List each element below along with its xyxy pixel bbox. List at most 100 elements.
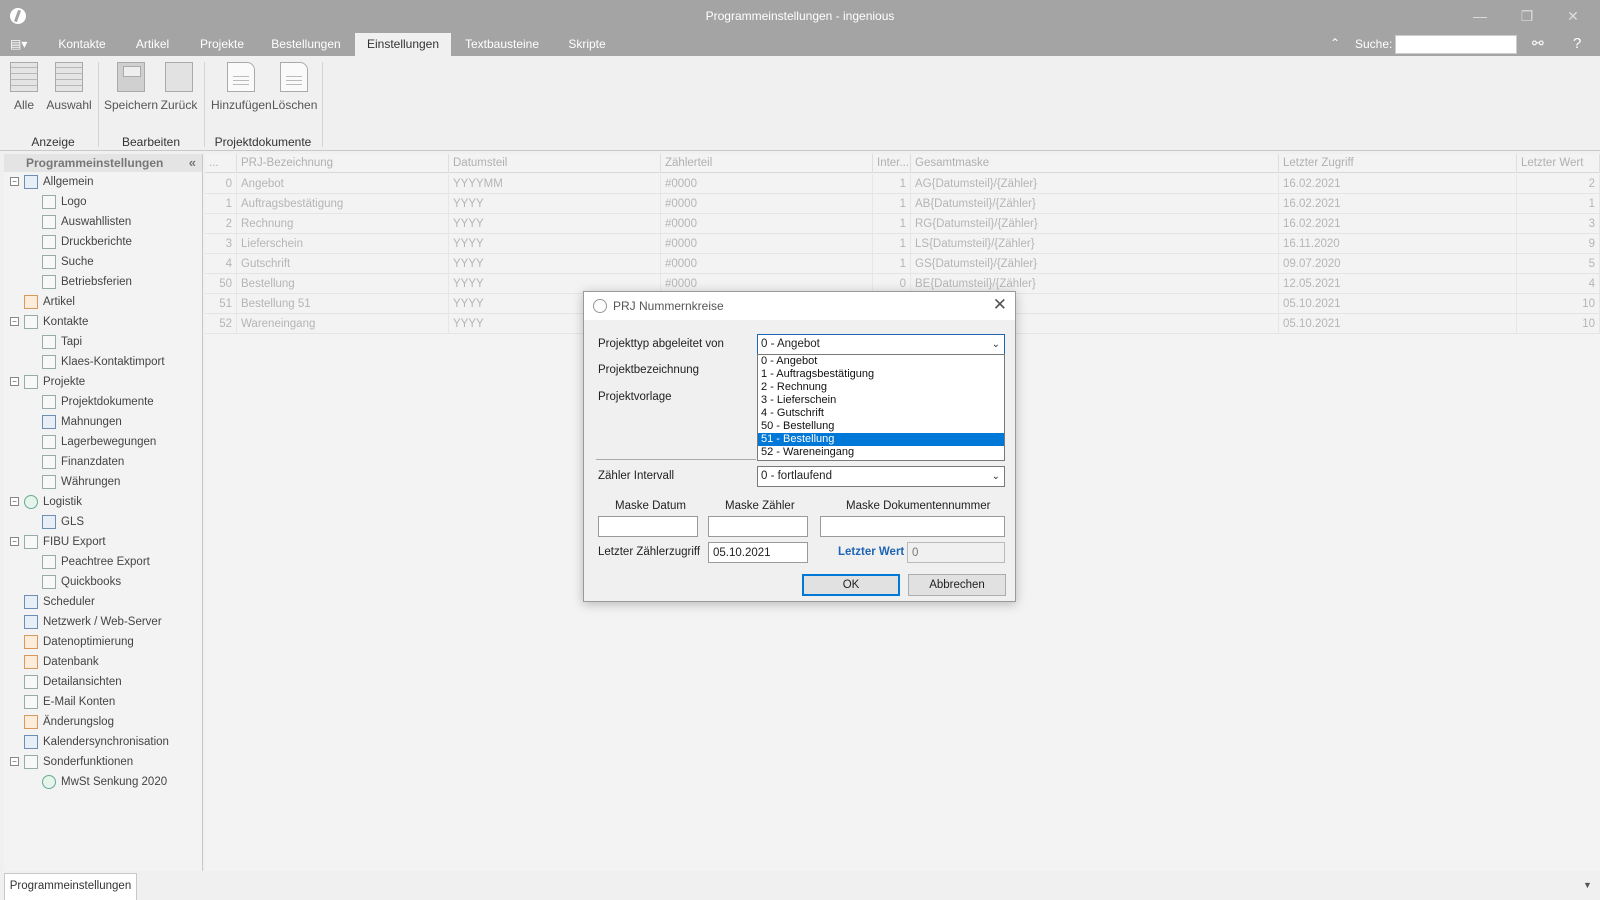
sidebar-item[interactable]: − FIBU Export (4, 532, 202, 552)
sidebar-item[interactable]: GLS (4, 512, 202, 532)
hinzufuegen-button[interactable]: Hinzufügen (211, 62, 272, 122)
help-icon[interactable]: ? (1573, 35, 1581, 52)
sidebar-item[interactable]: Quickbooks (4, 572, 202, 592)
sidebar-item[interactable]: E-Mail Konten (4, 692, 202, 712)
loeschen-button[interactable]: Löschen (272, 62, 317, 122)
sidebar-item[interactable]: Suche (4, 252, 202, 272)
sidebar-item-label: Suche (61, 256, 94, 268)
minimize-button[interactable]: — (1465, 5, 1495, 27)
sidebar-item[interactable]: Peachtree Export (4, 552, 202, 572)
sidebar-item[interactable]: Artikel (4, 292, 202, 312)
binoculars-icon[interactable]: ⚯ (1532, 35, 1544, 52)
tab-textbausteine[interactable]: Textbausteine (459, 33, 545, 56)
sidebar-item[interactable]: Projektdokumente (4, 392, 202, 412)
sidebar-item[interactable]: Scheduler (4, 592, 202, 612)
sidebar-item[interactable]: Finanzdaten (4, 452, 202, 472)
table-row[interactable]: 1 Auftragsbestätigung YYYY #0000 1 AB{Datumst… (205, 194, 1600, 214)
column-header[interactable]: Inter... (873, 154, 911, 173)
auswahl-button[interactable]: Auswahl (46, 62, 92, 122)
column-header[interactable]: PRJ-Bezeichnung (237, 154, 449, 173)
tab-kontakte[interactable]: Kontakte (47, 33, 117, 56)
sidebar-item[interactable]: − Projekte (4, 372, 202, 392)
tab-skripte[interactable]: Skripte (558, 33, 616, 56)
sidebar-item[interactable]: Logo (4, 192, 202, 212)
dropdown-option[interactable]: 50 - Bestellung (758, 420, 1004, 433)
divider (596, 459, 756, 460)
zurueck-button[interactable]: Zurück (160, 62, 198, 122)
table-row[interactable]: 2 Rechnung YYYY #0000 1 RG{Datumsteil}/{Zähle… (205, 214, 1600, 234)
column-header[interactable]: ... (205, 154, 237, 173)
sidebar-item[interactable]: − Allgemein (4, 172, 202, 192)
tab-artikel[interactable]: Artikel (125, 33, 180, 56)
column-header[interactable]: Datumsteil (449, 154, 661, 173)
sidebar-item[interactable]: Detailansichten (4, 672, 202, 692)
table-cell: Auftragsbestätigung (237, 194, 449, 214)
bottom-tab-programmeinstellungen[interactable]: Programmeinstellungen (4, 873, 137, 900)
projekttyp-select[interactable]: 0 - Angebot ⌄ (757, 334, 1005, 355)
maske-zaehler-input[interactable] (708, 516, 808, 537)
sidebar-item[interactable]: MwSt Senkung 2020 (4, 772, 202, 792)
tab-bestellungen[interactable]: Bestellungen (264, 33, 348, 56)
dropdown-option[interactable]: 52 - Wareneingang (758, 446, 1004, 459)
sidebar-item[interactable]: Klaes-Kontaktimport (4, 352, 202, 372)
speichern-button[interactable]: Speichern (104, 62, 158, 122)
column-header[interactable]: Letzter Wert (1517, 154, 1600, 173)
sidebar-item[interactable]: − Kontakte (4, 312, 202, 332)
collapse-toggle-icon[interactable]: − (10, 377, 19, 386)
sidebar-item[interactable]: − Sonderfunktionen (4, 752, 202, 772)
letzter-wert-label[interactable]: Letzter Wert (838, 546, 904, 558)
sidebar-item[interactable]: Datenbank (4, 652, 202, 672)
chevron-down-icon[interactable]: ▼ (1583, 880, 1592, 890)
column-header[interactable]: Zählerteil (661, 154, 873, 173)
collapse-toggle-icon[interactable]: − (10, 537, 19, 546)
ok-button[interactable]: OK (802, 574, 900, 596)
letzter-wert-input[interactable] (907, 542, 1005, 563)
sidebar-item-label: Kontakte (43, 316, 89, 328)
sidebar-item[interactable]: − Logistik (4, 492, 202, 512)
restore-button[interactable]: ❐ (1512, 5, 1542, 27)
dropdown-option[interactable]: 3 - Lieferschein (758, 394, 1004, 407)
sidebar-item[interactable]: Auswahllisten (4, 212, 202, 232)
collapse-toggle-icon[interactable]: − (10, 497, 19, 506)
letzter-zaehlerzugriff-input[interactable] (708, 542, 808, 563)
sidebar-item[interactable]: Betriebsferien (4, 272, 202, 292)
collapse-ribbon-icon[interactable]: ⌃ (1330, 36, 1340, 50)
sidebar-item[interactable]: Mahnungen (4, 412, 202, 432)
tab-projekte[interactable]: Projekte (192, 33, 252, 56)
collapse-toggle-icon[interactable]: − (10, 177, 19, 186)
column-header[interactable]: Letzter Zugriff (1279, 154, 1517, 173)
column-header[interactable]: Gesamtmaske (911, 154, 1279, 173)
sidebar-item[interactable]: Netzwerk / Web-Server (4, 612, 202, 632)
sidebar-item[interactable]: Tapi (4, 332, 202, 352)
table-row[interactable]: 3 Lieferschein YYYY #0000 1 LS{Datumsteil}/{Z… (205, 234, 1600, 254)
close-icon[interactable]: ✕ (993, 295, 1007, 315)
group-anzeige: Anzeige (31, 135, 75, 149)
search-input[interactable] (1395, 35, 1517, 54)
collapse-toggle-icon[interactable]: − (10, 317, 19, 326)
tab-einstellungen[interactable]: Einstellungen (355, 33, 451, 56)
close-button[interactable]: ✕ (1558, 5, 1588, 27)
sidebar-item[interactable]: Druckberichte (4, 232, 202, 252)
sidebar-item[interactable]: Lagerbewegungen (4, 432, 202, 452)
collapse-sidebar-icon[interactable]: « (189, 154, 196, 172)
cancel-button[interactable]: Abbrechen (908, 574, 1006, 596)
collapse-toggle-icon[interactable]: − (10, 757, 19, 766)
maske-dokumentennummer-input[interactable] (820, 516, 1005, 537)
table-cell: 1 (873, 194, 911, 214)
dropdown-option[interactable]: 51 - Bestellung (758, 433, 1004, 446)
app-menu-icon[interactable]: ▤▾ (10, 37, 32, 52)
alle-button[interactable]: Alle (8, 62, 40, 122)
sidebar-item[interactable]: Währungen (4, 472, 202, 492)
dropdown-option[interactable]: 1 - Auftragsbestätigung (758, 368, 1004, 381)
table-row[interactable]: 4 Gutschrift YYYY #0000 1 GS{Datumsteil}/{Zäh… (205, 254, 1600, 274)
dropdown-option[interactable]: 2 - Rechnung (758, 381, 1004, 394)
dropdown-option[interactable]: 0 - Angebot (758, 355, 1004, 368)
sidebar-item[interactable]: Änderungslog (4, 712, 202, 732)
table-row[interactable]: 0 Angebot YYYYMM #0000 1 AG{Datumsteil}/{Zähl… (205, 174, 1600, 194)
sidebar-item[interactable]: Datenoptimierung (4, 632, 202, 652)
maske-datum-input[interactable] (598, 516, 698, 537)
dropdown-option[interactable]: 4 - Gutschrift (758, 407, 1004, 420)
sidebar-item[interactable]: Kalendersynchronisation (4, 732, 202, 752)
zaehler-intervall-select[interactable]: 0 - fortlaufend ⌄ (757, 466, 1005, 487)
settings-item-icon (42, 475, 56, 489)
